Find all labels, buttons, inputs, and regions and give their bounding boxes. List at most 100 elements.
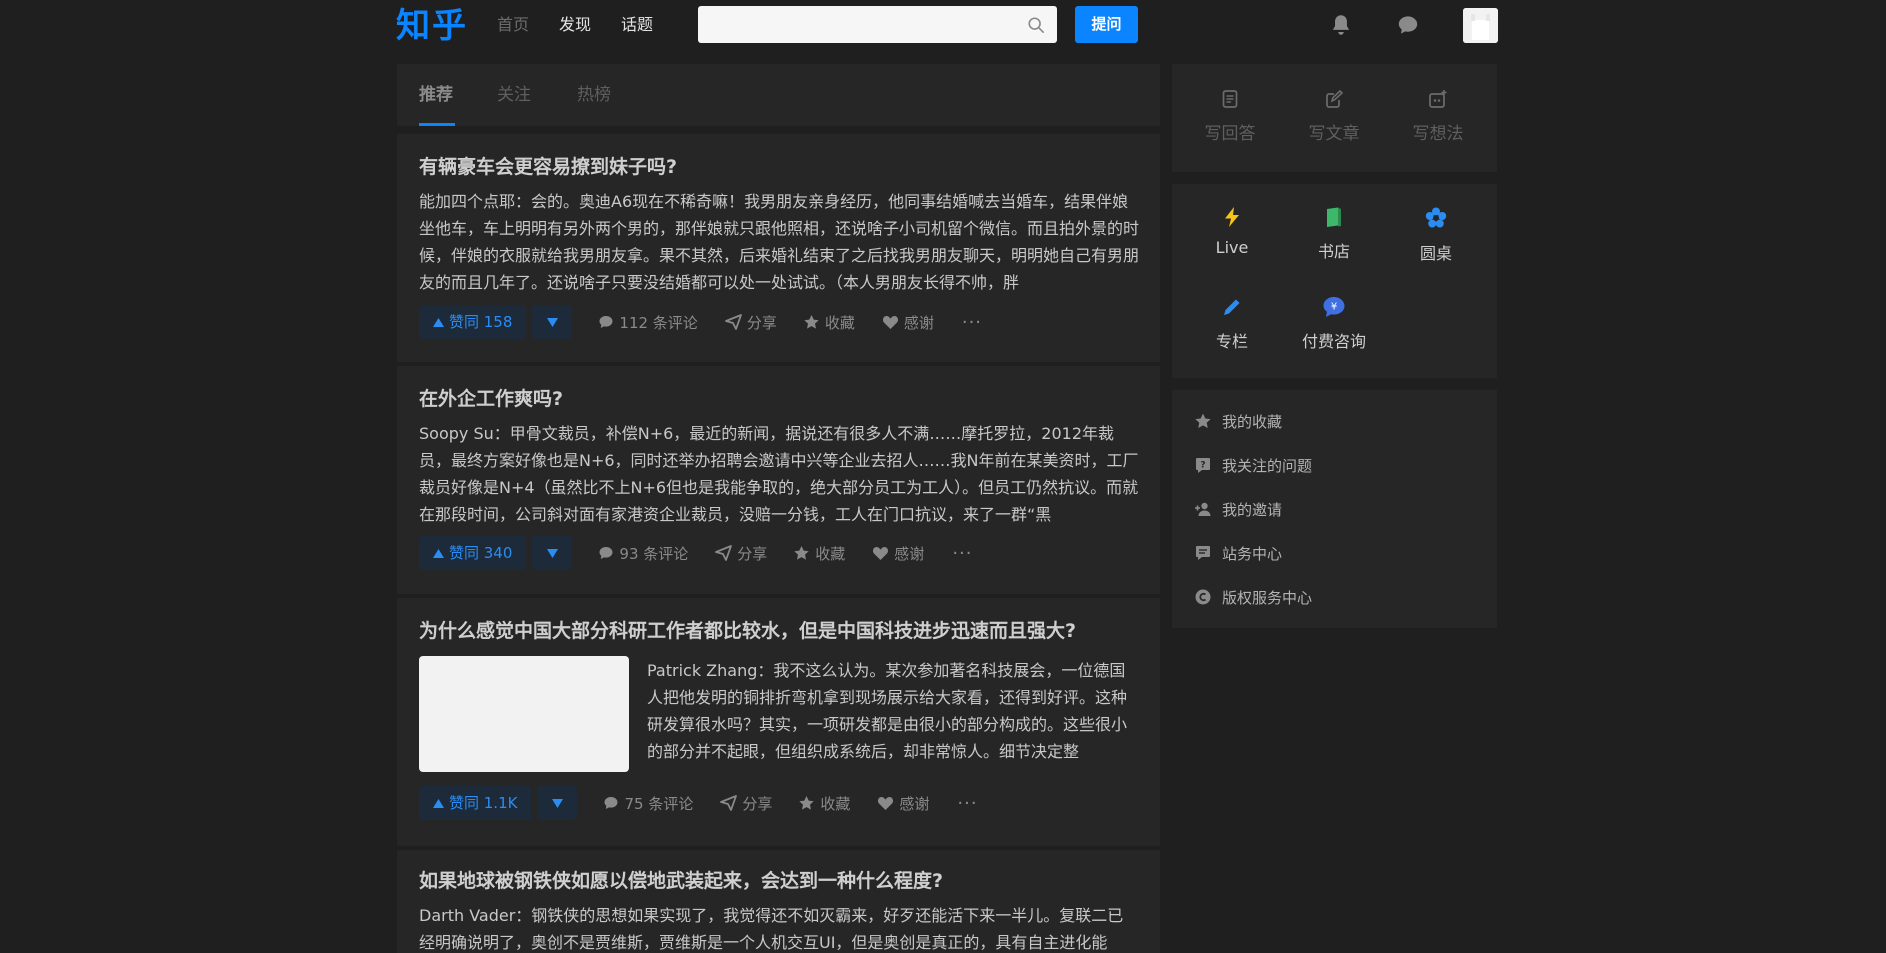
- write-idea-button[interactable]: 写想法: [1398, 89, 1478, 144]
- share-button[interactable]: 分享: [724, 312, 777, 333]
- tab-hot[interactable]: 热榜: [577, 64, 611, 126]
- share-label: 分享: [746, 313, 777, 332]
- copyright-icon: [1195, 589, 1211, 605]
- link-my-invitations[interactable]: 我的邀请: [1194, 498, 1282, 520]
- feature-roundtable[interactable]: 圆桌: [1391, 206, 1481, 264]
- collect-label: 收藏: [815, 544, 846, 563]
- collect-label: 收藏: [820, 794, 851, 813]
- share-icon: [724, 314, 742, 330]
- notification-bell-icon[interactable]: [1328, 12, 1354, 38]
- ask-question-button[interactable]: 提问: [1075, 6, 1138, 43]
- book-icon: [1327, 207, 1341, 227]
- write-article-button[interactable]: 写文章: [1294, 89, 1374, 144]
- comments-label: 112 条评论: [619, 313, 698, 332]
- feed-card: 如果地球被钢铁侠如愿以偿地武装起来，会达到一种什么程度? Darth Vader…: [397, 850, 1160, 953]
- feature-bookstore[interactable]: 书店: [1289, 206, 1379, 262]
- link-label: 站务中心: [1222, 544, 1283, 563]
- tab-recommend[interactable]: 推荐: [419, 64, 453, 126]
- share-label: 分享: [737, 544, 768, 563]
- link-label: 我的邀请: [1222, 500, 1283, 519]
- card-excerpt[interactable]: Patrick Zhang：我不这么认为。某次参加著名科技展会，一位德国人把他发…: [647, 657, 1139, 765]
- feature-column-label: 专栏: [1215, 332, 1248, 351]
- downvote-button[interactable]: [532, 536, 573, 570]
- link-label: 版权服务中心: [1222, 588, 1313, 607]
- downvote-button[interactable]: [532, 305, 573, 339]
- star-icon: [804, 315, 819, 329]
- more-menu-button[interactable]: ···: [962, 312, 982, 333]
- thanks-label: 感谢: [899, 794, 930, 813]
- upvote-button[interactable]: 赞同 158: [419, 305, 527, 339]
- more-menu-button[interactable]: ···: [957, 793, 977, 814]
- thanks-label: 感谢: [903, 313, 934, 332]
- collect-button[interactable]: 收藏: [803, 312, 855, 333]
- link-followed-questions[interactable]: ? 我关注的问题: [1194, 454, 1312, 476]
- card-title[interactable]: 为什么感觉中国大部分科研工作者都比较水，但是中国科技进步迅速而且强大?: [419, 618, 1076, 644]
- feature-bookstore-label: 书店: [1317, 242, 1350, 261]
- upvote-button[interactable]: 赞同 340: [419, 536, 527, 570]
- card-title[interactable]: 如果地球被钢铁侠如愿以偿地武装起来，会达到一种什么程度?: [419, 868, 943, 894]
- search-icon[interactable]: [1027, 16, 1045, 34]
- share-button[interactable]: 分享: [715, 543, 767, 564]
- collect-button[interactable]: 收藏: [798, 793, 850, 814]
- card-actions: 赞同 340 93 条评论 分享 收藏 感谢 ···: [419, 536, 972, 570]
- feed-card: 为什么感觉中国大部分科研工作者都比较水，但是中国科技进步迅速而且强大? Patr…: [397, 598, 1160, 846]
- avatar-image: [1463, 8, 1498, 43]
- question-badge-icon: ?: [1196, 458, 1210, 473]
- more-menu-button[interactable]: ···: [952, 543, 972, 564]
- write-answer-button[interactable]: 写回答: [1190, 89, 1270, 144]
- card-title[interactable]: 在外企工作爽吗?: [419, 386, 563, 412]
- roundtable-flower-icon: [1425, 207, 1447, 228]
- features-panel: Live 书店 圆桌 专栏 ¥ 付费咨询: [1172, 184, 1497, 378]
- card-excerpt[interactable]: Darth Vader：钢铁侠的思想如果实现了，我觉得还不如灭霸来，好歹还能活下…: [419, 902, 1139, 953]
- answer-doc-icon: [1222, 90, 1238, 108]
- messages-icon[interactable]: [1395, 12, 1421, 38]
- link-copyright-center[interactable]: 版权服务中心: [1194, 586, 1312, 608]
- link-site-center[interactable]: 站务中心: [1194, 542, 1282, 564]
- comment-icon: [604, 797, 618, 809]
- zhihu-logo[interactable]: 知乎: [396, 2, 468, 50]
- upvote-label: 赞同 340: [449, 544, 513, 562]
- tab-following[interactable]: 关注: [497, 64, 531, 126]
- write-idea-label: 写想法: [1412, 124, 1464, 144]
- write-panel: 写回答 写文章 写想法: [1172, 64, 1497, 172]
- share-button[interactable]: 分享: [720, 793, 772, 814]
- triangle-up-icon: [433, 317, 444, 327]
- thanks-label: 感谢: [894, 544, 925, 563]
- feed-card: 在外企工作爽吗? Soopy Su：甲骨文裁员，补偿N+6，最近的新闻，据说还有…: [397, 366, 1160, 594]
- user-avatar[interactable]: [1463, 8, 1498, 43]
- nav-topics[interactable]: 话题: [621, 0, 653, 50]
- feature-column[interactable]: 专栏: [1187, 296, 1277, 352]
- share-icon: [720, 795, 738, 811]
- card-title[interactable]: 有辆豪车会更容易撩到妹子吗?: [419, 154, 677, 180]
- star-icon: [799, 796, 815, 810]
- write-article-label: 写文章: [1308, 124, 1360, 144]
- heart-icon: [873, 547, 889, 560]
- nav-home[interactable]: 首页: [497, 0, 529, 50]
- link-my-collections[interactable]: 我的收藏: [1194, 410, 1282, 432]
- pencil-icon: [1224, 299, 1240, 315]
- comments-button[interactable]: 93 条评论: [598, 543, 688, 564]
- feed-tabs: 推荐 关注 热榜: [397, 64, 1160, 126]
- downvote-button[interactable]: [537, 786, 578, 820]
- thanks-button[interactable]: 感谢: [872, 543, 924, 564]
- card-thumbnail[interactable]: [419, 656, 629, 772]
- comments-button[interactable]: 112 条评论: [598, 312, 698, 333]
- idea-icon: [1429, 90, 1447, 108]
- thanks-button[interactable]: 感谢: [877, 793, 929, 814]
- card-excerpt[interactable]: Soopy Su：甲骨文裁员，补偿N+6，最近的新闻，据说还有很多人不满……摩托…: [419, 420, 1139, 528]
- comments-button[interactable]: 75 条评论: [603, 793, 693, 814]
- card-excerpt[interactable]: 能加四个点耶：会的。奥迪A6现在不稀奇嘛！我男朋友亲身经历，他同事结婚喊去当婚车…: [419, 188, 1139, 296]
- feature-paid-consult[interactable]: ¥ 付费咨询: [1289, 296, 1379, 352]
- upvote-button[interactable]: 赞同 1.1K: [419, 786, 532, 820]
- feature-live[interactable]: Live: [1187, 206, 1277, 257]
- thanks-button[interactable]: 感谢: [882, 312, 934, 333]
- star-icon: [1195, 413, 1211, 428]
- feature-roundtable-label: 圆桌: [1419, 244, 1452, 263]
- active-tab-indicator: [419, 123, 455, 126]
- comments-label: 75 条评论: [624, 794, 694, 813]
- edit-article-icon: [1326, 89, 1344, 108]
- search-input[interactable]: [698, 6, 1018, 43]
- card-actions: 赞同 1.1K 75 条评论 分享 收藏 感谢 ···: [419, 786, 978, 820]
- nav-discover[interactable]: 发现: [559, 0, 591, 50]
- collect-button[interactable]: 收藏: [793, 543, 845, 564]
